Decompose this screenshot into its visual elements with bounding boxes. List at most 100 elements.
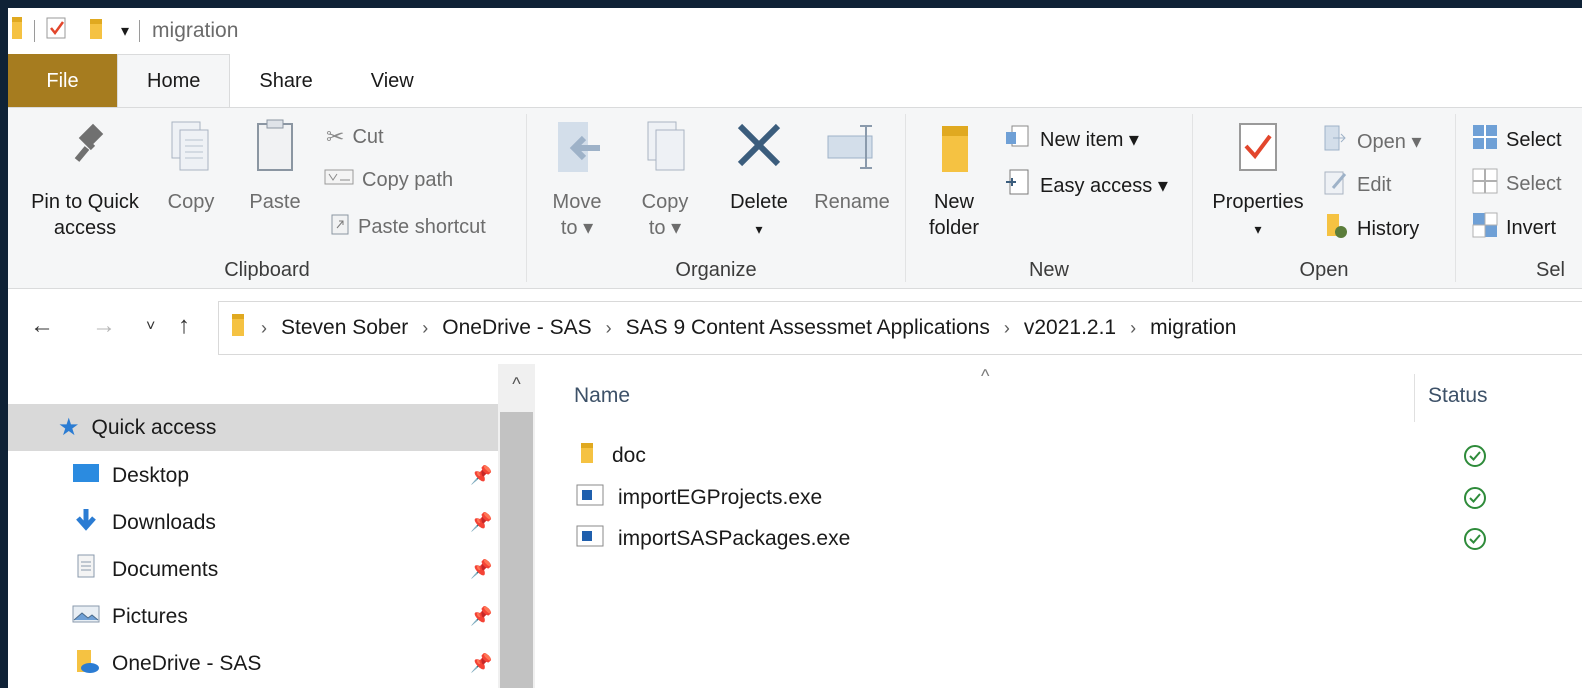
pin-icon[interactable]: 📌: [470, 606, 492, 627]
open-label: Open ▾: [1357, 130, 1422, 153]
open-button[interactable]: Open ▾: [1323, 124, 1422, 158]
properties-label: Properties: [1212, 191, 1304, 213]
pin-icon[interactable]: 📌: [470, 653, 492, 674]
breadcrumb-steven-sober[interactable]: Steven Sober: [281, 316, 408, 340]
file-name: importEGProjects.exe: [618, 486, 823, 509]
sidebar-item-documents[interactable]: Documents 📌: [8, 546, 498, 593]
pin-label-line2: access: [53, 217, 117, 239]
file-row-doc[interactable]: doc: [576, 436, 1576, 476]
exe-icon: [576, 483, 604, 513]
properties-dropdown-arrow: ▾: [1254, 221, 1262, 237]
paste-shortcut-icon: [330, 212, 350, 242]
paste-label: Paste: [249, 191, 301, 213]
copy-button[interactable]: Copy: [160, 118, 222, 215]
address-bar[interactable]: › Steven Sober › OneDrive - SAS › SAS 9 …: [218, 301, 1582, 355]
select-all-label: Select: [1506, 128, 1562, 151]
rename-label: Rename: [814, 191, 890, 213]
customize-dropdown-icon[interactable]: ▾: [121, 21, 129, 41]
file-name: importSASPackages.exe: [618, 527, 851, 550]
paste-shortcut-button[interactable]: Paste shortcut: [330, 212, 486, 242]
tab-share[interactable]: Share: [230, 54, 341, 108]
up-button[interactable]: ↑: [178, 312, 190, 340]
pin-to-quick-access-button[interactable]: Pin to Quick access: [20, 118, 150, 241]
sidebar-item-downloads[interactable]: Downloads 📌: [8, 499, 498, 546]
cut-label: Cut: [352, 125, 384, 148]
sidebar-item-quick-access[interactable]: ★ Quick access: [8, 404, 498, 451]
history-icon: [1323, 212, 1349, 246]
new-item-label: New item ▾: [1040, 128, 1139, 151]
column-header-status[interactable]: Status: [1428, 384, 1488, 408]
sidebar-item-pictures[interactable]: Pictures 📌: [8, 593, 498, 640]
file-row-importsaspackages[interactable]: importSASPackages.exe: [576, 519, 1576, 559]
new-item-icon: [1004, 124, 1032, 154]
properties-button[interactable]: Properties ▾: [1205, 118, 1311, 242]
invert-selection-button[interactable]: Invert: [1472, 212, 1556, 244]
new-folder-line1: New: [933, 191, 974, 213]
open-icon: [1323, 124, 1349, 158]
navigation-bar: ← → ˅ ↑ › Steven Sober › OneDrive - SAS …: [8, 290, 1582, 364]
select-none-button[interactable]: Select: [1472, 168, 1562, 200]
rename-button[interactable]: Rename: [809, 118, 895, 215]
new-folder-button[interactable]: New folder: [918, 118, 990, 241]
breadcrumb-sas9-content-assessment[interactable]: SAS 9 Content Assessmet Applications: [626, 316, 990, 340]
navigation-pane: ★ Quick access Desktop 📌 Downloads 📌 Doc…: [8, 364, 498, 688]
recent-locations-button[interactable]: ˅: [146, 318, 155, 336]
breadcrumb-separator[interactable]: ›: [422, 318, 428, 339]
sidebar-item-desktop[interactable]: Desktop 📌: [8, 452, 498, 499]
sidebar-scrollbar[interactable]: ^: [498, 364, 535, 688]
file-row-importegprojects[interactable]: importEGProjects.exe: [576, 478, 1576, 518]
copy-path-icon: [324, 168, 354, 192]
properties-icon[interactable]: [45, 15, 69, 47]
copy-path-button[interactable]: Copy path: [324, 168, 453, 192]
file-name: doc: [612, 444, 646, 467]
download-icon: [72, 507, 100, 539]
explorer-window: ▾ migration File Home Share View Pin to …: [8, 8, 1582, 688]
delete-button[interactable]: Delete ▾: [723, 118, 795, 242]
sidebar-item-label: Pictures: [112, 604, 188, 628]
pin-icon[interactable]: 📌: [470, 512, 492, 533]
tab-file[interactable]: File: [8, 54, 117, 108]
new-item-button[interactable]: New item ▾: [1004, 124, 1139, 154]
breadcrumb-separator[interactable]: ›: [1130, 318, 1136, 339]
cut-button[interactable]: ✂ Cut: [326, 124, 384, 150]
synced-icon: [1464, 528, 1486, 550]
sidebar-item-label: Documents: [112, 557, 219, 581]
select-group-label: Sel: [1536, 259, 1565, 281]
edit-button[interactable]: Edit: [1323, 168, 1391, 202]
breadcrumb-separator[interactable]: ›: [1004, 318, 1010, 339]
clipboard-group-label: Clipboard: [224, 259, 310, 281]
column-divider[interactable]: [1414, 374, 1415, 422]
column-header-name[interactable]: Name: [574, 384, 630, 408]
forward-button[interactable]: →: [92, 312, 116, 340]
copy-icon: [160, 118, 222, 183]
organize-group: Move to ▾ Copy to ▾ Delete ▾ Rename Orga…: [527, 108, 905, 288]
move-to-button[interactable]: Move to ▾: [541, 118, 613, 241]
easy-access-button[interactable]: Easy access ▾: [1004, 168, 1168, 202]
breadcrumb-v2021[interactable]: v2021.2.1: [1024, 316, 1116, 340]
pictures-icon: [72, 603, 100, 631]
folder-icon: [229, 311, 247, 345]
invert-selection-icon: [1472, 212, 1498, 244]
onedrive-folder-icon: [72, 647, 100, 681]
paste-button[interactable]: Paste: [240, 118, 310, 215]
tab-home[interactable]: Home: [117, 54, 231, 108]
copy-to-button[interactable]: Copy to ▾: [629, 118, 701, 241]
tab-view[interactable]: View: [342, 54, 443, 108]
sidebar-item-onedrive-sas[interactable]: OneDrive - SAS 📌: [8, 640, 498, 687]
new-folder-icon[interactable]: [87, 15, 105, 47]
star-icon: ★: [58, 414, 80, 441]
scrollbar-thumb[interactable]: [500, 412, 533, 688]
back-button[interactable]: ←: [30, 312, 54, 340]
history-button[interactable]: History: [1323, 212, 1419, 246]
breadcrumb-onedrive-sas[interactable]: OneDrive - SAS: [442, 316, 591, 340]
open-group: Properties ▾ Open ▾ Edit History Open: [1193, 108, 1455, 288]
window-title: migration: [152, 19, 239, 42]
select-all-button[interactable]: Select: [1472, 124, 1562, 156]
qa-separator: [139, 20, 141, 42]
scroll-up-arrow[interactable]: ^: [498, 374, 535, 395]
pin-icon[interactable]: 📌: [470, 559, 492, 580]
breadcrumb-migration[interactable]: migration: [1150, 316, 1236, 340]
breadcrumb-separator[interactable]: ›: [606, 318, 612, 339]
file-list: ^ Name Status doc importEGProjects.exe i…: [536, 364, 1582, 688]
pin-icon[interactable]: 📌: [470, 465, 492, 486]
